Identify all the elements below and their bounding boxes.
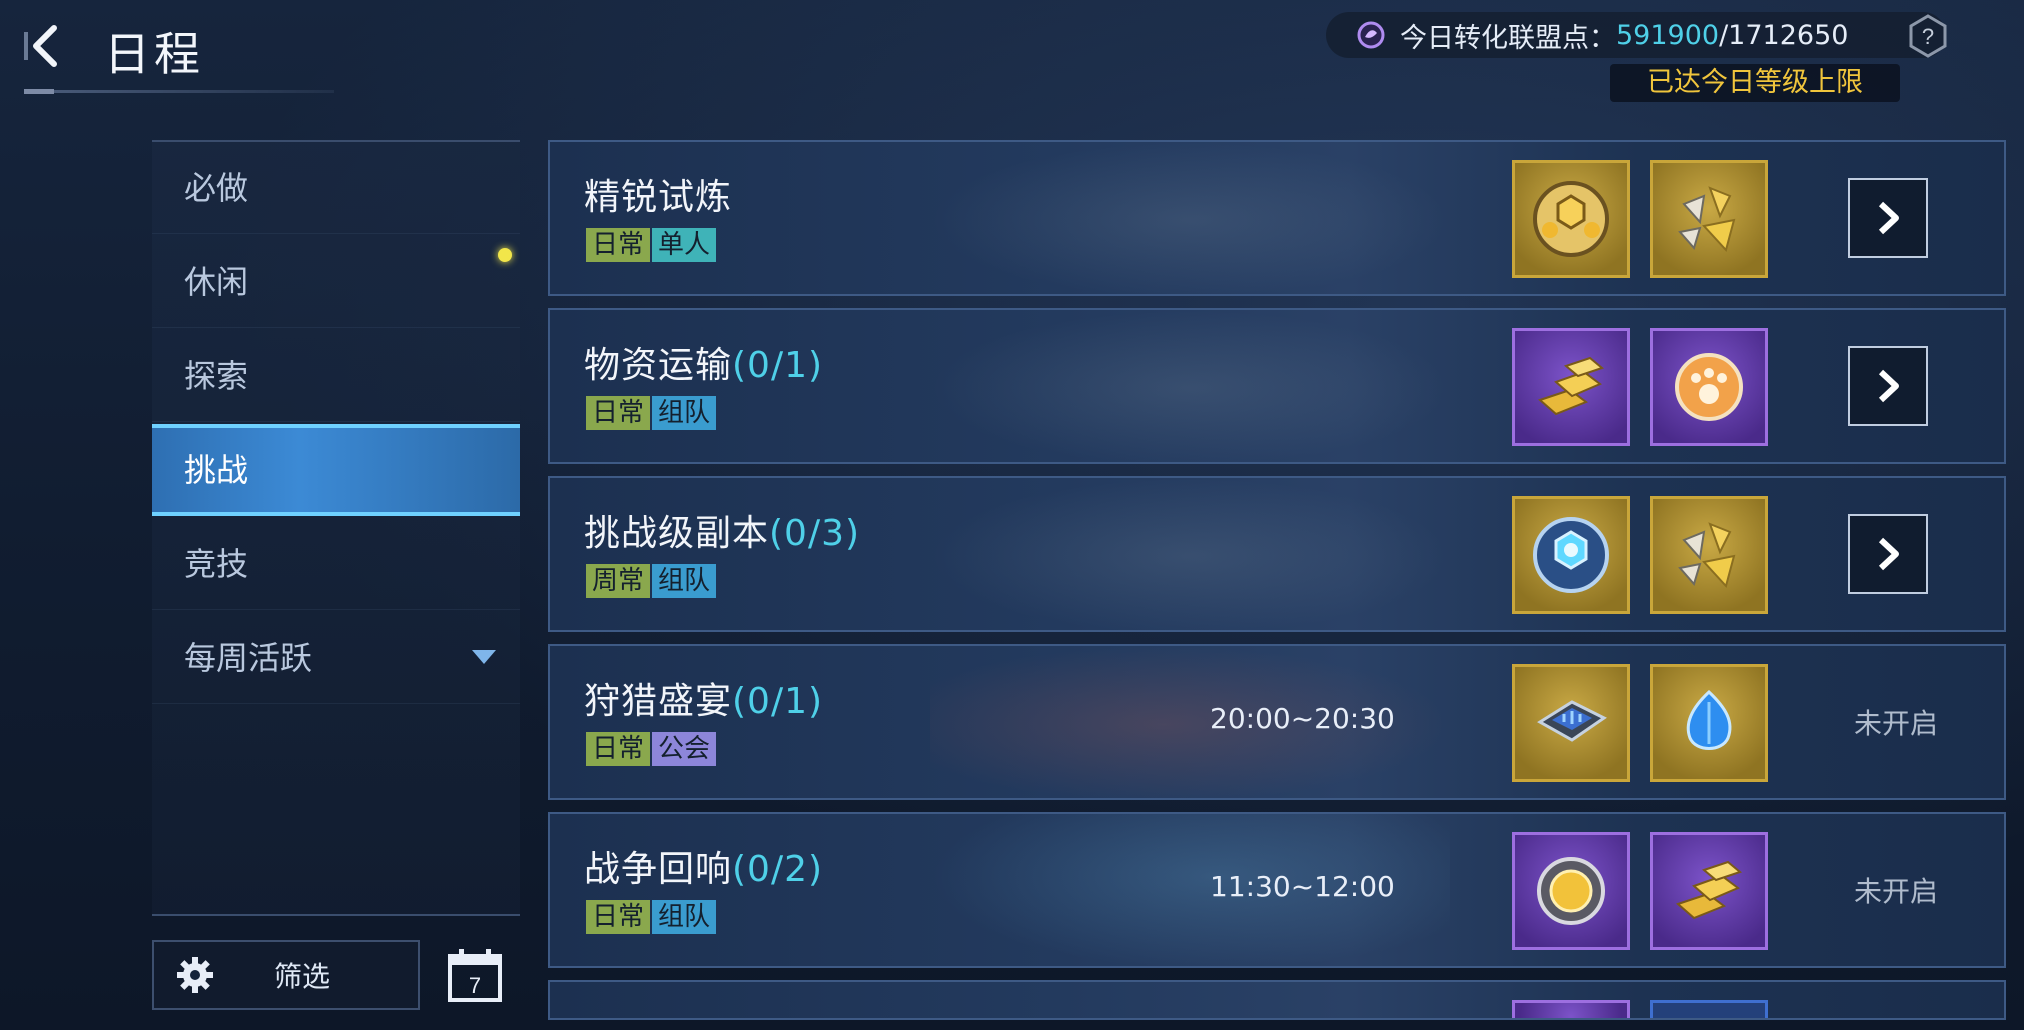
alliance-points-bar: 今日转化联盟点： 591900 /1712650 — [1326, 12, 1946, 58]
activity-card-partial[interactable] — [548, 980, 2006, 1020]
activity-card-war-echo[interactable]: 战争回响(0/2) 日常 组队 11:30~12:00 未开启 — [548, 812, 2006, 968]
status-not-open: 未开启 — [1853, 707, 1938, 740]
alliance-point-icon — [1357, 21, 1385, 49]
sidebar-item-label: 探索 — [184, 357, 249, 395]
chevron-right-icon — [1878, 201, 1899, 235]
tag-team: 组队 — [652, 396, 717, 430]
gold-coin-icon — [1537, 857, 1605, 925]
activity-card-supply-transport[interactable]: 物资运输(0/1) 日常 组队 — [548, 308, 2006, 464]
tag-solo: 单人 — [652, 228, 717, 262]
filter-label: 筛选 — [274, 960, 331, 993]
tag-team: 组队 — [652, 564, 717, 598]
activity-card-elite-trial[interactable]: 精锐试炼 日常 单人 — [548, 140, 2006, 296]
svg-text:?: ? — [1922, 24, 1934, 49]
calendar-day: 7 — [469, 973, 481, 998]
reward-slot[interactable] — [1650, 160, 1768, 278]
reward-slot[interactable] — [1512, 832, 1630, 950]
activity-name: 精锐试炼 — [584, 177, 733, 218]
reward-slot[interactable] — [1512, 1000, 1630, 1018]
chip-icon — [1537, 700, 1607, 742]
reward-slot[interactable] — [1512, 160, 1630, 278]
page-title: 日程 — [104, 27, 204, 81]
category-sidebar: 必做 休闲 探索 挑战 竞技 每周活跃 — [152, 140, 520, 916]
sidebar-item-weekly-active[interactable]: 每周活跃 — [152, 612, 520, 704]
card-background-art — [930, 478, 1450, 630]
reward-slot[interactable] — [1512, 664, 1630, 782]
filter-button[interactable]: 筛选 — [152, 940, 420, 1010]
schedule-screen: 日程 今日转化联盟点： 591900 /1712650 ? 已达今日等级上限 必… — [0, 0, 2024, 1030]
chevron-right-icon — [1878, 537, 1899, 571]
gold-crystals-icon — [1678, 186, 1736, 253]
activity-card-challenge-dungeon[interactable]: 挑战级副本(0/3) 周常 组队 — [548, 476, 2006, 632]
reward-slot[interactable] — [1650, 664, 1768, 782]
reward-slot[interactable] — [1512, 496, 1630, 614]
gold-bars-icon — [1676, 860, 1743, 920]
points-current: 591900 — [1616, 19, 1720, 51]
help-button[interactable]: ? — [1908, 14, 1948, 58]
activity-card-hunting-feast[interactable]: 狩猎盛宴(0/1) 日常 公会 20:00~20:30 未开启 — [548, 644, 2006, 800]
activity-tags: 日常 公会 — [586, 732, 718, 766]
tag-guild: 公会 — [652, 732, 717, 766]
activity-tags: 日常 组队 — [586, 396, 718, 430]
tag-daily: 日常 — [586, 228, 651, 262]
activity-name: 狩猎盛宴(0/1) — [584, 681, 824, 722]
activity-name: 战争回响(0/2) — [584, 849, 824, 890]
help-icon: ? — [1909, 14, 1947, 58]
calendar-button[interactable]: 7 — [446, 946, 504, 1004]
tag-weekly: 周常 — [586, 564, 651, 598]
sidebar-item-arena[interactable]: 竞技 — [152, 518, 520, 610]
card-background-art — [930, 310, 1450, 462]
status-not-open: 未开启 — [1853, 875, 1938, 908]
blue-sphere-icon — [1533, 517, 1609, 593]
tag-daily: 日常 — [586, 732, 651, 766]
calendar-icon: 7 — [448, 949, 502, 1002]
activity-tags: 日常 单人 — [586, 228, 718, 262]
back-arrow-icon — [24, 25, 57, 67]
sidebar-item-label: 休闲 — [184, 263, 249, 301]
sidebar-item-label: 挑战 — [184, 451, 249, 489]
tag-team: 组队 — [652, 900, 717, 934]
sidebar-item-required[interactable]: 必做 — [152, 142, 520, 234]
tag-daily: 日常 — [586, 396, 651, 430]
points-label: 今日转化联盟点： — [1400, 22, 1616, 54]
reward-slot[interactable] — [1650, 328, 1768, 446]
activity-time: 20:00~20:30 — [1210, 702, 1395, 735]
go-button[interactable] — [1848, 346, 1928, 426]
points-total: /1712650 — [1719, 19, 1849, 51]
gold-sphere-icon — [1533, 181, 1609, 257]
sidebar-item-label: 必做 — [184, 169, 249, 207]
reward-slot[interactable] — [1650, 1000, 1768, 1018]
notification-dot — [498, 248, 512, 262]
level-limit-notice: 已达今日等级上限 — [1610, 64, 1900, 102]
activity-tags: 周常 组队 — [586, 564, 718, 598]
gear-icon — [177, 957, 213, 993]
go-button[interactable] — [1848, 178, 1928, 258]
back-button[interactable] — [18, 16, 78, 76]
sidebar-item-challenge[interactable]: 挑战 — [152, 424, 520, 516]
caret-down-icon — [472, 650, 496, 664]
reward-slot[interactable] — [1650, 496, 1768, 614]
tag-daily: 日常 — [586, 900, 651, 934]
go-button[interactable] — [1848, 514, 1928, 594]
chevron-right-icon — [1878, 369, 1899, 403]
activity-name: 挑战级副本(0/3) — [584, 513, 861, 554]
sidebar-item-leisure[interactable]: 休闲 — [152, 236, 520, 328]
activity-time: 11:30~12:00 — [1210, 870, 1395, 903]
sidebar-item-label: 每周活跃 — [184, 639, 313, 677]
reward-slot[interactable] — [1512, 328, 1630, 446]
blue-gem-icon — [1686, 689, 1732, 750]
activity-tags: 日常 组队 — [586, 900, 718, 934]
gold-bars-icon — [1538, 356, 1605, 416]
reward-slot[interactable] — [1650, 832, 1768, 950]
title-underline — [24, 89, 334, 94]
sidebar-item-label: 竞技 — [184, 545, 249, 583]
paw-badge-icon — [1675, 353, 1743, 421]
gold-crystals-icon — [1678, 522, 1736, 589]
sidebar-item-explore[interactable]: 探索 — [152, 330, 520, 422]
activity-name: 物资运输(0/1) — [584, 345, 824, 386]
card-background-art — [930, 142, 1450, 294]
